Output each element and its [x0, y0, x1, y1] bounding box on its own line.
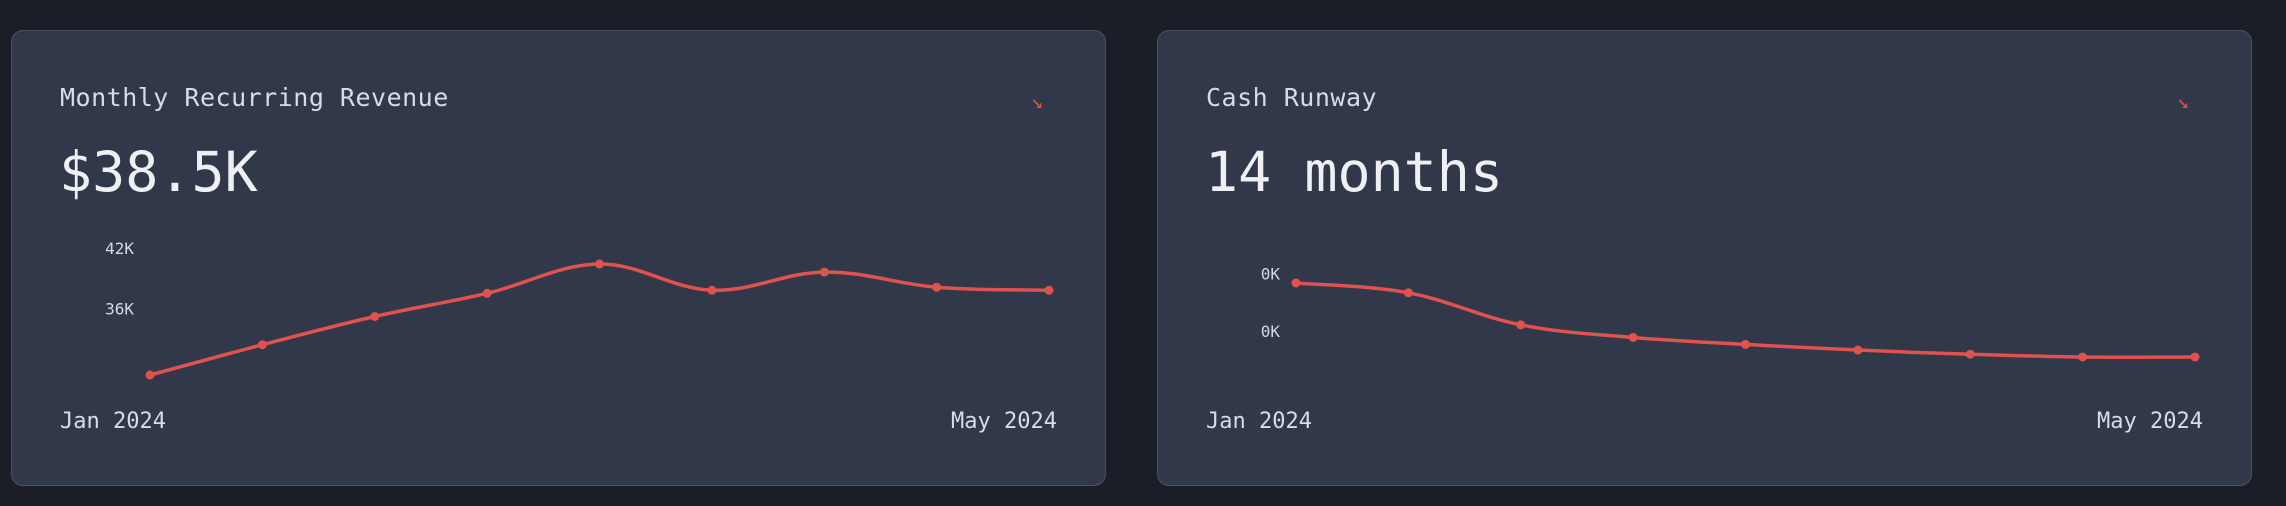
data-point	[145, 370, 155, 380]
data-point	[2078, 352, 2088, 362]
data-point	[257, 340, 267, 350]
data-point	[1628, 332, 1638, 342]
y-tick-label: 42K	[105, 239, 134, 258]
data-point	[1741, 339, 1750, 349]
x-axis-start-label: Jan 2024	[60, 409, 166, 434]
x-axis-end-label: May 2024	[2097, 409, 2203, 434]
data-point	[1291, 278, 1301, 288]
data-point	[932, 282, 942, 292]
y-tick-label: 0K	[1261, 265, 1281, 284]
cash-runway-sparkline-chart: 0K 0K	[1261, 265, 2200, 362]
data-point	[1403, 288, 1413, 298]
data-point	[595, 259, 604, 269]
data-point	[1044, 285, 1054, 295]
mrr-card: Monthly Recurring Revenue ↘ $38.5K 42K 36…	[11, 30, 1106, 486]
data-point	[2190, 352, 2200, 362]
data-point	[1853, 345, 1863, 355]
data-point	[482, 288, 492, 298]
data-point	[1965, 349, 1975, 359]
mrr-sparkline-chart: 42K 36K	[105, 239, 1054, 380]
data-point	[819, 267, 829, 277]
series-line	[148, 262, 1051, 377]
y-tick-label: 36K	[105, 299, 134, 318]
data-point	[370, 311, 380, 321]
data-point	[1516, 320, 1526, 330]
y-tick-label: 0K	[1261, 322, 1281, 341]
x-axis-start-label: Jan 2024	[1206, 409, 1312, 434]
x-axis-end-label: May 2024	[951, 409, 1057, 434]
cash-runway-card: Cash Runway ↘ 14 months 0K 0K Jan 2024 Ma…	[1157, 30, 2252, 486]
data-point	[707, 285, 717, 295]
